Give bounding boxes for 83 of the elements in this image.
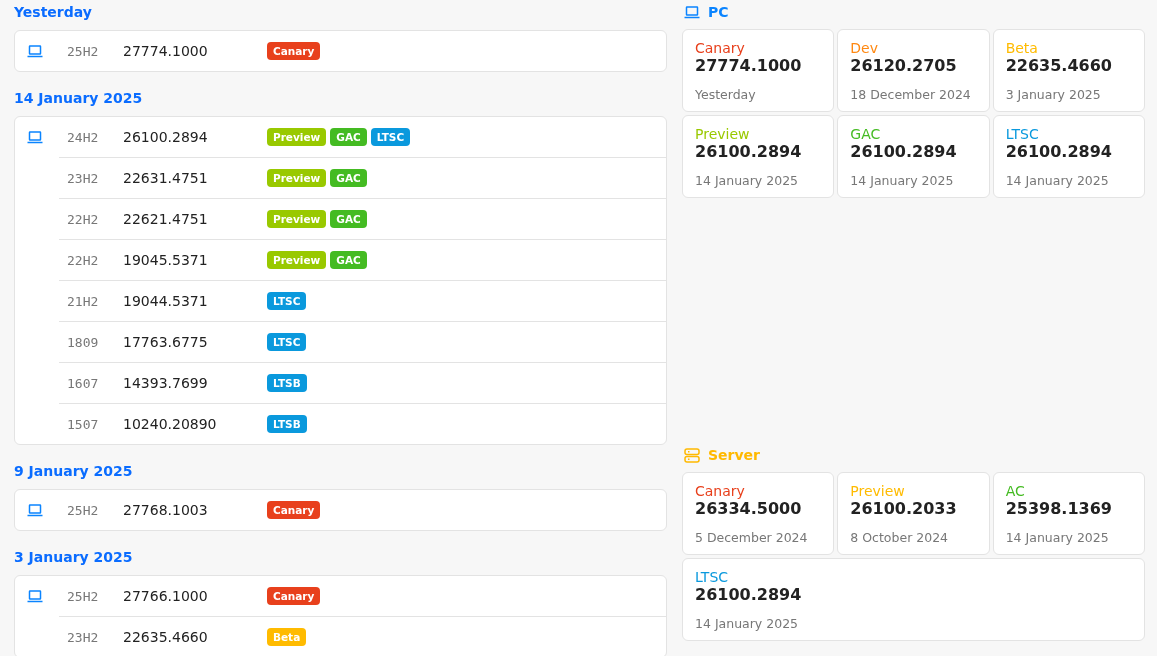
channel-tag: LTSC bbox=[370, 128, 411, 146]
release-date: 3 January 2025 bbox=[1005, 87, 1102, 102]
version-label: 22H2 bbox=[67, 252, 100, 268]
laptop-icon bbox=[27, 44, 43, 58]
build-number: 19044.5371 bbox=[123, 293, 209, 309]
version-label: 24H2 bbox=[67, 129, 100, 145]
build-number: 10240.20890 bbox=[123, 416, 218, 432]
date-heading: 9 January 2025 bbox=[14, 462, 134, 480]
build-number: 19045.5371 bbox=[123, 252, 209, 268]
build-number: 27768.1003 bbox=[123, 502, 209, 518]
release-date: 14 January 2025 bbox=[695, 616, 800, 631]
version-label: 23H2 bbox=[67, 629, 100, 645]
build-number: 26120.2705 bbox=[850, 56, 958, 76]
version-label: 25H2 bbox=[67, 588, 100, 604]
channel-tag: LTSC bbox=[267, 333, 307, 351]
platform-heading: Server bbox=[708, 446, 760, 464]
channel-name: Dev bbox=[850, 40, 879, 56]
release-date: 14 January 2025 bbox=[695, 173, 800, 188]
channel-name: LTSC bbox=[695, 569, 730, 585]
build-number: 27766.1000 bbox=[123, 588, 209, 604]
release-date: 5 December 2024 bbox=[695, 530, 809, 545]
channel-tag: LTSB bbox=[267, 374, 307, 392]
channel-name: Preview bbox=[850, 483, 906, 499]
build-number: 14393.7699 bbox=[123, 375, 209, 391]
channel-tag: Preview bbox=[267, 251, 327, 269]
channel-name: Canary bbox=[695, 483, 746, 499]
laptop-icon bbox=[27, 130, 43, 144]
build-number: 25398.1369 bbox=[1005, 499, 1113, 519]
version-label: 1607 bbox=[67, 375, 100, 391]
build-number: 22621.4751 bbox=[123, 211, 209, 227]
date-heading: Yesterday bbox=[14, 3, 93, 21]
release-date: 18 December 2024 bbox=[850, 87, 972, 102]
build-number: 22635.4660 bbox=[1005, 56, 1113, 76]
release-date: 8 October 2024 bbox=[850, 530, 950, 545]
build-number: 27774.1000 bbox=[123, 43, 209, 59]
channel-name: AC bbox=[1005, 483, 1026, 499]
version-label: 22H2 bbox=[67, 211, 100, 227]
version-label: 1507 bbox=[67, 416, 100, 432]
build-number: 26100.2894 bbox=[695, 142, 803, 162]
channel-tag: GAC bbox=[330, 210, 367, 228]
build-number: 22635.4660 bbox=[123, 629, 209, 645]
channel-tag: GAC bbox=[330, 169, 367, 187]
channel-name: Canary bbox=[695, 40, 746, 56]
build-number: 26334.5000 bbox=[695, 499, 803, 519]
laptop-icon bbox=[684, 5, 700, 19]
channel-name: Preview bbox=[695, 126, 751, 142]
channel-tag: Preview bbox=[267, 210, 327, 228]
build-number: 26100.2894 bbox=[850, 142, 958, 162]
date-heading: 3 January 2025 bbox=[14, 548, 134, 566]
date-heading: 14 January 2025 bbox=[14, 89, 144, 107]
channel-tag: Canary bbox=[267, 501, 321, 519]
platform-heading: PC bbox=[708, 3, 729, 21]
server-icon bbox=[684, 447, 700, 463]
build-number: 26100.2894 bbox=[695, 585, 803, 605]
release-date: 14 January 2025 bbox=[850, 173, 955, 188]
version-label: 25H2 bbox=[67, 43, 100, 59]
channel-tag: LTSC bbox=[267, 292, 307, 310]
build-number: 17763.6775 bbox=[123, 334, 209, 350]
channel-tag: LTSB bbox=[267, 415, 307, 433]
release-date: 14 January 2025 bbox=[1005, 530, 1110, 545]
build-number: 26100.2894 bbox=[1005, 142, 1113, 162]
channel-tag: Preview bbox=[267, 128, 327, 146]
version-label: 23H2 bbox=[67, 170, 100, 186]
channel-tag: GAC bbox=[330, 251, 367, 269]
channel-tag: Canary bbox=[267, 587, 321, 605]
channel-tag: GAC bbox=[330, 128, 367, 146]
build-number: 22631.4751 bbox=[123, 170, 209, 186]
release-date: Yesterday bbox=[695, 87, 757, 102]
build-number: 26100.2894 bbox=[123, 129, 209, 145]
channel-tag: Beta bbox=[267, 628, 307, 646]
release-date: 14 January 2025 bbox=[1005, 173, 1110, 188]
version-label: 21H2 bbox=[67, 293, 100, 309]
laptop-icon bbox=[27, 589, 43, 603]
channel-name: LTSC bbox=[1005, 126, 1040, 142]
channel-name: GAC bbox=[850, 126, 882, 142]
version-label: 25H2 bbox=[67, 502, 100, 518]
build-number: 26100.2033 bbox=[850, 499, 958, 519]
version-label: 1809 bbox=[67, 334, 100, 350]
build-number: 27774.1000 bbox=[695, 56, 803, 76]
laptop-icon bbox=[27, 503, 43, 517]
channel-tag: Canary bbox=[267, 42, 321, 60]
channel-tag: Preview bbox=[267, 169, 327, 187]
channel-name: Beta bbox=[1005, 40, 1039, 56]
